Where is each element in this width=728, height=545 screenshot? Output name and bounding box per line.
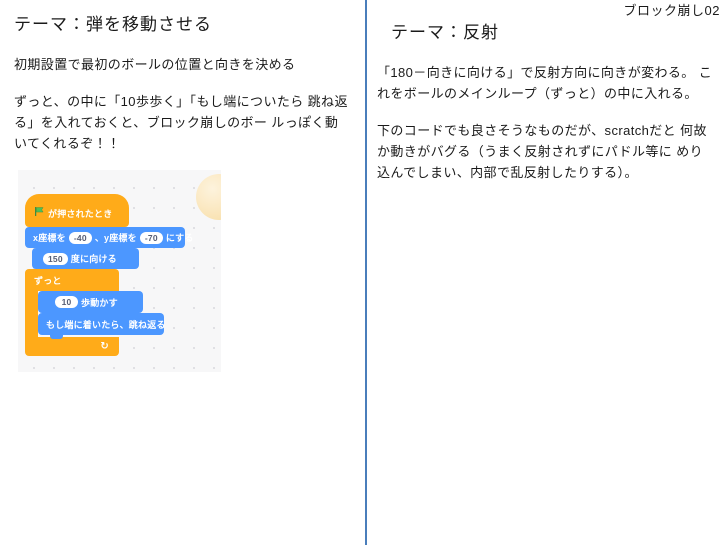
left-code-canvas[interactable]: が押されたとき x座標を -40 、y座標を -70 にする 150 度に向ける… xyxy=(18,170,221,372)
block-forever-footer[interactable]: ↻ xyxy=(25,337,119,356)
go-to-xy-x-input[interactable]: -40 xyxy=(68,231,92,244)
go-to-xy-label-x: x座標を xyxy=(33,233,66,243)
forever-label: ずっと xyxy=(34,275,62,286)
go-to-xy-y-input[interactable]: -70 xyxy=(139,231,163,244)
block-forever-left-wall xyxy=(25,291,38,337)
left-page-title: テーマ：弾を移動させる xyxy=(14,15,212,34)
left-column: テーマ：弾を移動させる 初期設置で最初のボールの位置と向きを決める ずっと、の中… xyxy=(0,0,365,545)
document-corner-title: ブロック崩し02 xyxy=(623,3,720,18)
if-on-edge-bounce-label: もし端に着いたら、跳ね返る xyxy=(46,319,166,330)
left-paragraph-2: ずっと、の中に「10歩歩く」「もし端についたら 跳ね返る」を入れておくと、ブロッ… xyxy=(14,94,348,151)
right-paragraph-2: 下のコードでも良さそうなものだが、scratchだと 何故か動きがバグる（うまく… xyxy=(377,123,707,180)
page-root: テーマ：弾を移動させる 初期設置で最初のボールの位置と向きを決める ずっと、の中… xyxy=(0,0,728,545)
block-forever-header[interactable]: ずっと xyxy=(25,269,119,291)
block-move-steps[interactable]: 10 歩動かす xyxy=(38,291,143,317)
when-flag-clicked-label: が押されたとき xyxy=(48,209,113,219)
point-direction-input[interactable]: 150 xyxy=(43,252,68,265)
move-steps-input[interactable]: 10 xyxy=(55,296,78,308)
move-steps-label: 歩動かす xyxy=(81,297,118,308)
block-notch xyxy=(50,335,63,339)
block-point-in-direction[interactable]: 150 度に向ける xyxy=(32,248,139,273)
go-to-xy-label-post: にする xyxy=(165,233,194,243)
right-column: ブロック崩し02 テーマ：反射 「180－向きに向ける」で反射方向に向きが変わる… xyxy=(365,0,728,545)
left-paragraph-1: 初期設置で最初のボールの位置と向きを決める xyxy=(14,57,296,72)
go-to-xy-label-y: 、y座標を xyxy=(94,233,137,243)
block-if-on-edge-bounce[interactable]: もし端に着いたら、跳ね返る xyxy=(38,313,166,339)
ball-sprite-left xyxy=(196,174,221,220)
green-flag-icon xyxy=(35,207,44,216)
block-go-to-xy[interactable]: x座標を -40 、y座標を -70 にする xyxy=(25,227,193,252)
right-paragraph-1: 「180－向きに向ける」で反射方向に向きが変わる。 これをボールのメインループ（… xyxy=(377,65,713,101)
point-direction-label: 度に向ける xyxy=(70,254,117,264)
loop-arrow-icon: ↻ xyxy=(100,341,109,352)
block-when-flag-clicked[interactable]: が押されたとき xyxy=(25,194,129,231)
